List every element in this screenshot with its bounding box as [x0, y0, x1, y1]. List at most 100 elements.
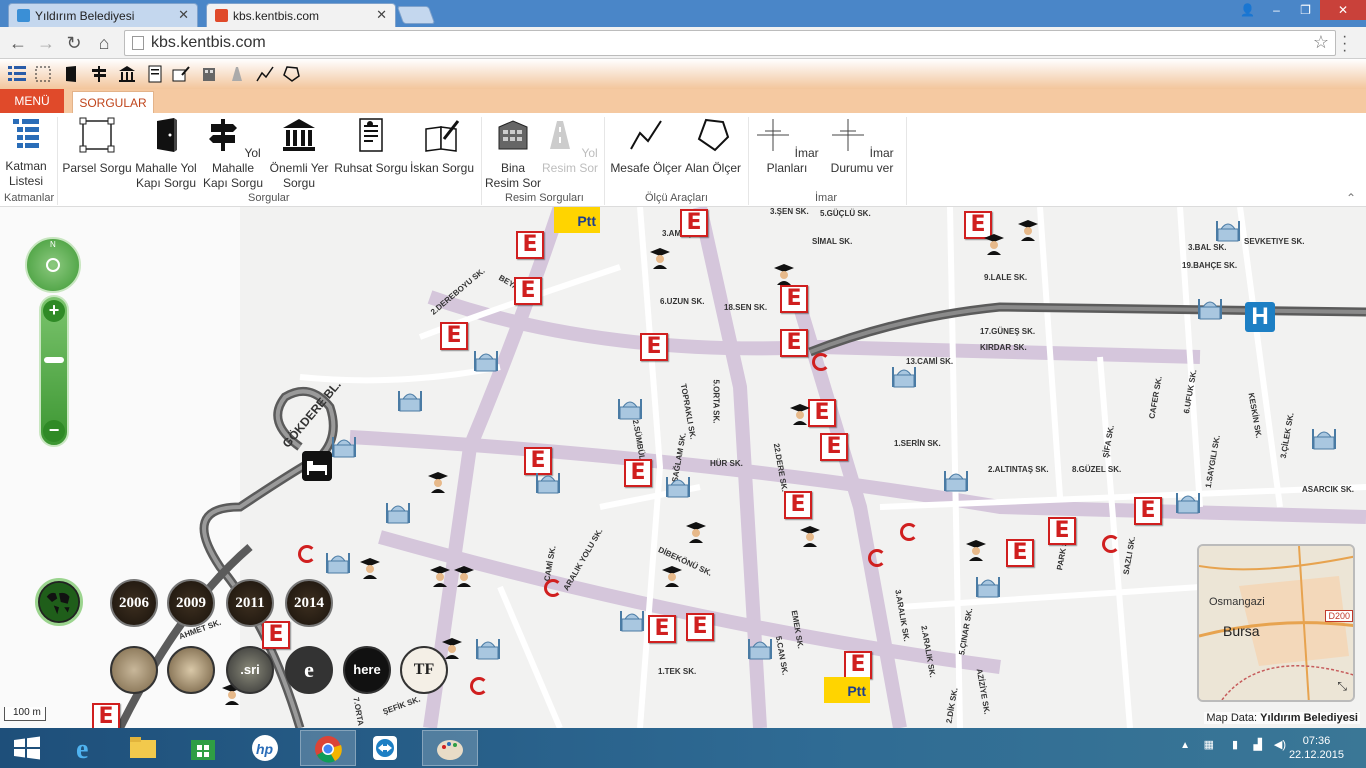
mosque-icon[interactable]	[398, 387, 422, 413]
tab-yildirim-belediyesi[interactable]: Yıldırım Belediyesi ✕	[8, 3, 198, 27]
parcel-icon[interactable]	[34, 65, 52, 83]
basemap-esri-button[interactable]: .sri	[226, 646, 274, 694]
school-marker[interactable]: E	[1134, 497, 1162, 525]
school-marker[interactable]: E	[780, 285, 808, 313]
school-marker[interactable]: E	[648, 615, 676, 643]
year-2006-button[interactable]: 2006	[110, 579, 158, 627]
basemap-satellite-button[interactable]	[110, 646, 158, 694]
home-icon[interactable]: ⌂	[92, 31, 116, 55]
zoning-plans-button[interactable]: İmar Planları	[752, 117, 822, 176]
overview-minimap[interactable]: Osmangazi Bursa D200 ⤡	[1197, 544, 1355, 702]
tray-overflow-icon[interactable]: ▲	[1180, 740, 1190, 751]
taskbar-internet-explorer[interactable]: e	[58, 730, 114, 766]
parcel-query-button[interactable]: Parsel Sorgu	[62, 117, 132, 176]
graduation-cap-icon[interactable]	[360, 557, 380, 579]
tab-sorgular[interactable]: SORGULAR	[72, 91, 154, 113]
tab-close-icon[interactable]: ✕	[376, 7, 387, 23]
area-measure-icon[interactable]	[282, 65, 300, 83]
pan-compass[interactable]: N	[25, 237, 81, 293]
collapse-ribbon-icon[interactable]: ⌃	[1346, 191, 1356, 205]
building-photo-icon[interactable]	[200, 65, 218, 83]
action-center-icon[interactable]: ▦	[1204, 738, 1214, 751]
school-marker[interactable]: E	[516, 231, 544, 259]
school-marker[interactable]: E	[686, 613, 714, 641]
school-marker[interactable]: E	[780, 329, 808, 357]
hotel-bed-icon[interactable]	[302, 451, 332, 481]
world-map-icon[interactable]	[35, 578, 83, 626]
map-view[interactable]: 3.ŞEN SK. 5.GÜÇLÜ SK. SİMAL SK. 3.AMAÇ S…	[0, 207, 1366, 728]
graduation-cap-icon[interactable]	[430, 565, 450, 587]
zoom-in-button[interactable]: +	[43, 300, 65, 322]
mosque-icon[interactable]	[326, 549, 350, 575]
zoning-status-button[interactable]: İmar Durumu ver	[824, 117, 900, 176]
graduation-cap-icon[interactable]	[984, 233, 1004, 255]
mosque-icon[interactable]	[618, 395, 642, 421]
post-office-marker[interactable]: Ptt	[554, 207, 600, 233]
volume-icon[interactable]: ◀)	[1274, 738, 1286, 751]
license-query-button[interactable]: Ruhsat Sorgu	[334, 117, 408, 176]
school-marker[interactable]: E	[784, 491, 812, 519]
graduation-cap-icon[interactable]	[662, 565, 682, 587]
road-photo-query-button[interactable]: Yol Resim Sor	[542, 117, 598, 176]
school-marker[interactable]: E	[640, 333, 668, 361]
mosque-icon[interactable]	[892, 363, 916, 389]
taskbar-teamviewer[interactable]	[358, 730, 414, 766]
basemap-tf-button[interactable]: TF	[400, 646, 448, 694]
taskbar-paint[interactable]	[422, 730, 478, 766]
graduation-cap-icon[interactable]	[800, 525, 820, 547]
new-tab-button[interactable]	[396, 6, 436, 24]
school-marker[interactable]: E	[680, 209, 708, 237]
school-marker[interactable]: E	[514, 277, 542, 305]
graduation-cap-icon[interactable]	[966, 539, 986, 561]
school-marker[interactable]: E	[92, 703, 120, 728]
graduation-cap-icon[interactable]	[790, 403, 810, 425]
graduation-cap-icon[interactable]	[428, 471, 448, 493]
health-center-icon[interactable]	[900, 523, 918, 541]
reload-icon[interactable]: ↻	[62, 31, 86, 55]
mosque-icon[interactable]	[620, 607, 644, 633]
expand-minimap-icon[interactable]: ⤡	[1337, 679, 1347, 694]
school-marker[interactable]: E	[1006, 539, 1034, 567]
school-marker[interactable]: E	[262, 621, 290, 649]
year-2011-button[interactable]: 2011	[226, 579, 274, 627]
address-bar[interactable]: kbs.kentbis.com ☆	[124, 30, 1336, 56]
year-2009-button[interactable]: 2009	[167, 579, 215, 627]
graduation-cap-icon[interactable]	[650, 247, 670, 269]
layer-list-button[interactable]: Katman Listesi	[4, 117, 48, 189]
door-icon[interactable]	[62, 65, 80, 83]
signpost-icon[interactable]	[90, 65, 108, 83]
user-icon[interactable]: 👤	[1233, 0, 1262, 20]
area-measure-button[interactable]: Alan Ölçer	[684, 117, 742, 176]
graduation-cap-icon[interactable]	[454, 565, 474, 587]
zoom-slider[interactable]: + −	[39, 295, 69, 447]
health-center-icon[interactable]	[812, 353, 830, 371]
bookmark-star-icon[interactable]: ☆	[1313, 32, 1329, 53]
taskbar-clock[interactable]: 07:36 22.12.2015	[1289, 734, 1344, 762]
taskbar-chrome[interactable]	[300, 730, 356, 766]
landmark-query-button[interactable]: Önemli Yer Sorgu	[266, 117, 332, 191]
health-center-icon[interactable]	[544, 579, 562, 597]
tab-close-icon[interactable]: ✕	[178, 7, 189, 23]
book-pen-icon[interactable]	[172, 65, 190, 83]
distance-measure-button[interactable]: Mesafe Ölçer	[608, 117, 684, 176]
browser-menu-icon[interactable]: · · ·	[1342, 29, 1356, 59]
taskbar-file-explorer[interactable]	[116, 730, 172, 766]
landmark-icon[interactable]	[118, 65, 136, 83]
restore-button[interactable]: ❐	[1291, 0, 1320, 20]
school-marker[interactable]: E	[820, 433, 848, 461]
basemap-globe-button[interactable]	[167, 646, 215, 694]
basemap-here-button[interactable]: here	[343, 646, 391, 694]
mosque-icon[interactable]	[1312, 425, 1336, 451]
post-office-marker[interactable]: Ptt	[824, 677, 870, 703]
mosque-icon[interactable]	[332, 433, 356, 459]
menu-button[interactable]: MENÜ	[0, 89, 64, 113]
mosque-icon[interactable]	[944, 467, 968, 493]
school-marker[interactable]: E	[1048, 517, 1076, 545]
mosque-icon[interactable]	[1216, 217, 1240, 243]
health-center-icon[interactable]	[470, 677, 488, 695]
occupancy-query-button[interactable]: İskan Sorgu	[408, 117, 476, 176]
school-marker[interactable]: E	[440, 322, 468, 350]
zoom-handle[interactable]	[44, 357, 64, 363]
rotate-icon[interactable]	[46, 258, 60, 272]
mosque-icon[interactable]	[474, 347, 498, 373]
